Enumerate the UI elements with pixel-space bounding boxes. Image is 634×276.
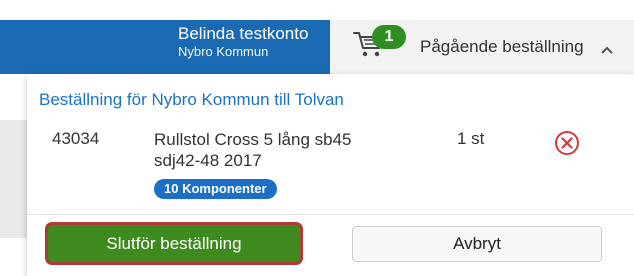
- account-name: Belinda testkonto: [178, 24, 309, 43]
- item-id: 43034: [52, 129, 100, 148]
- complete-order-button[interactable]: Slutför beställning: [48, 225, 300, 262]
- order-title: Beställning för Nybro Kommun till Tolvan: [39, 90, 344, 109]
- account-info[interactable]: Belinda testkonto Nybro Kommun: [178, 24, 308, 60]
- chevron-up-icon[interactable]: [600, 42, 614, 60]
- cart-count-badge: 1: [372, 25, 406, 49]
- account-org: Nybro Kommun: [178, 44, 269, 59]
- cancel-button[interactable]: Avbryt: [352, 226, 602, 262]
- remove-circle-icon[interactable]: [552, 128, 582, 158]
- order-status[interactable]: Pågående beställning: [420, 37, 584, 57]
- item-quantity: 1 st: [457, 129, 485, 148]
- components-badge[interactable]: 10 Komponenter: [154, 179, 277, 199]
- order-dropdown: Beställning för Nybro Kommun till Tolvan…: [27, 74, 634, 276]
- item-description: Rullstol Cross 5 lång sb45 sdj42-48 2017: [154, 130, 352, 170]
- divider: [27, 214, 634, 215]
